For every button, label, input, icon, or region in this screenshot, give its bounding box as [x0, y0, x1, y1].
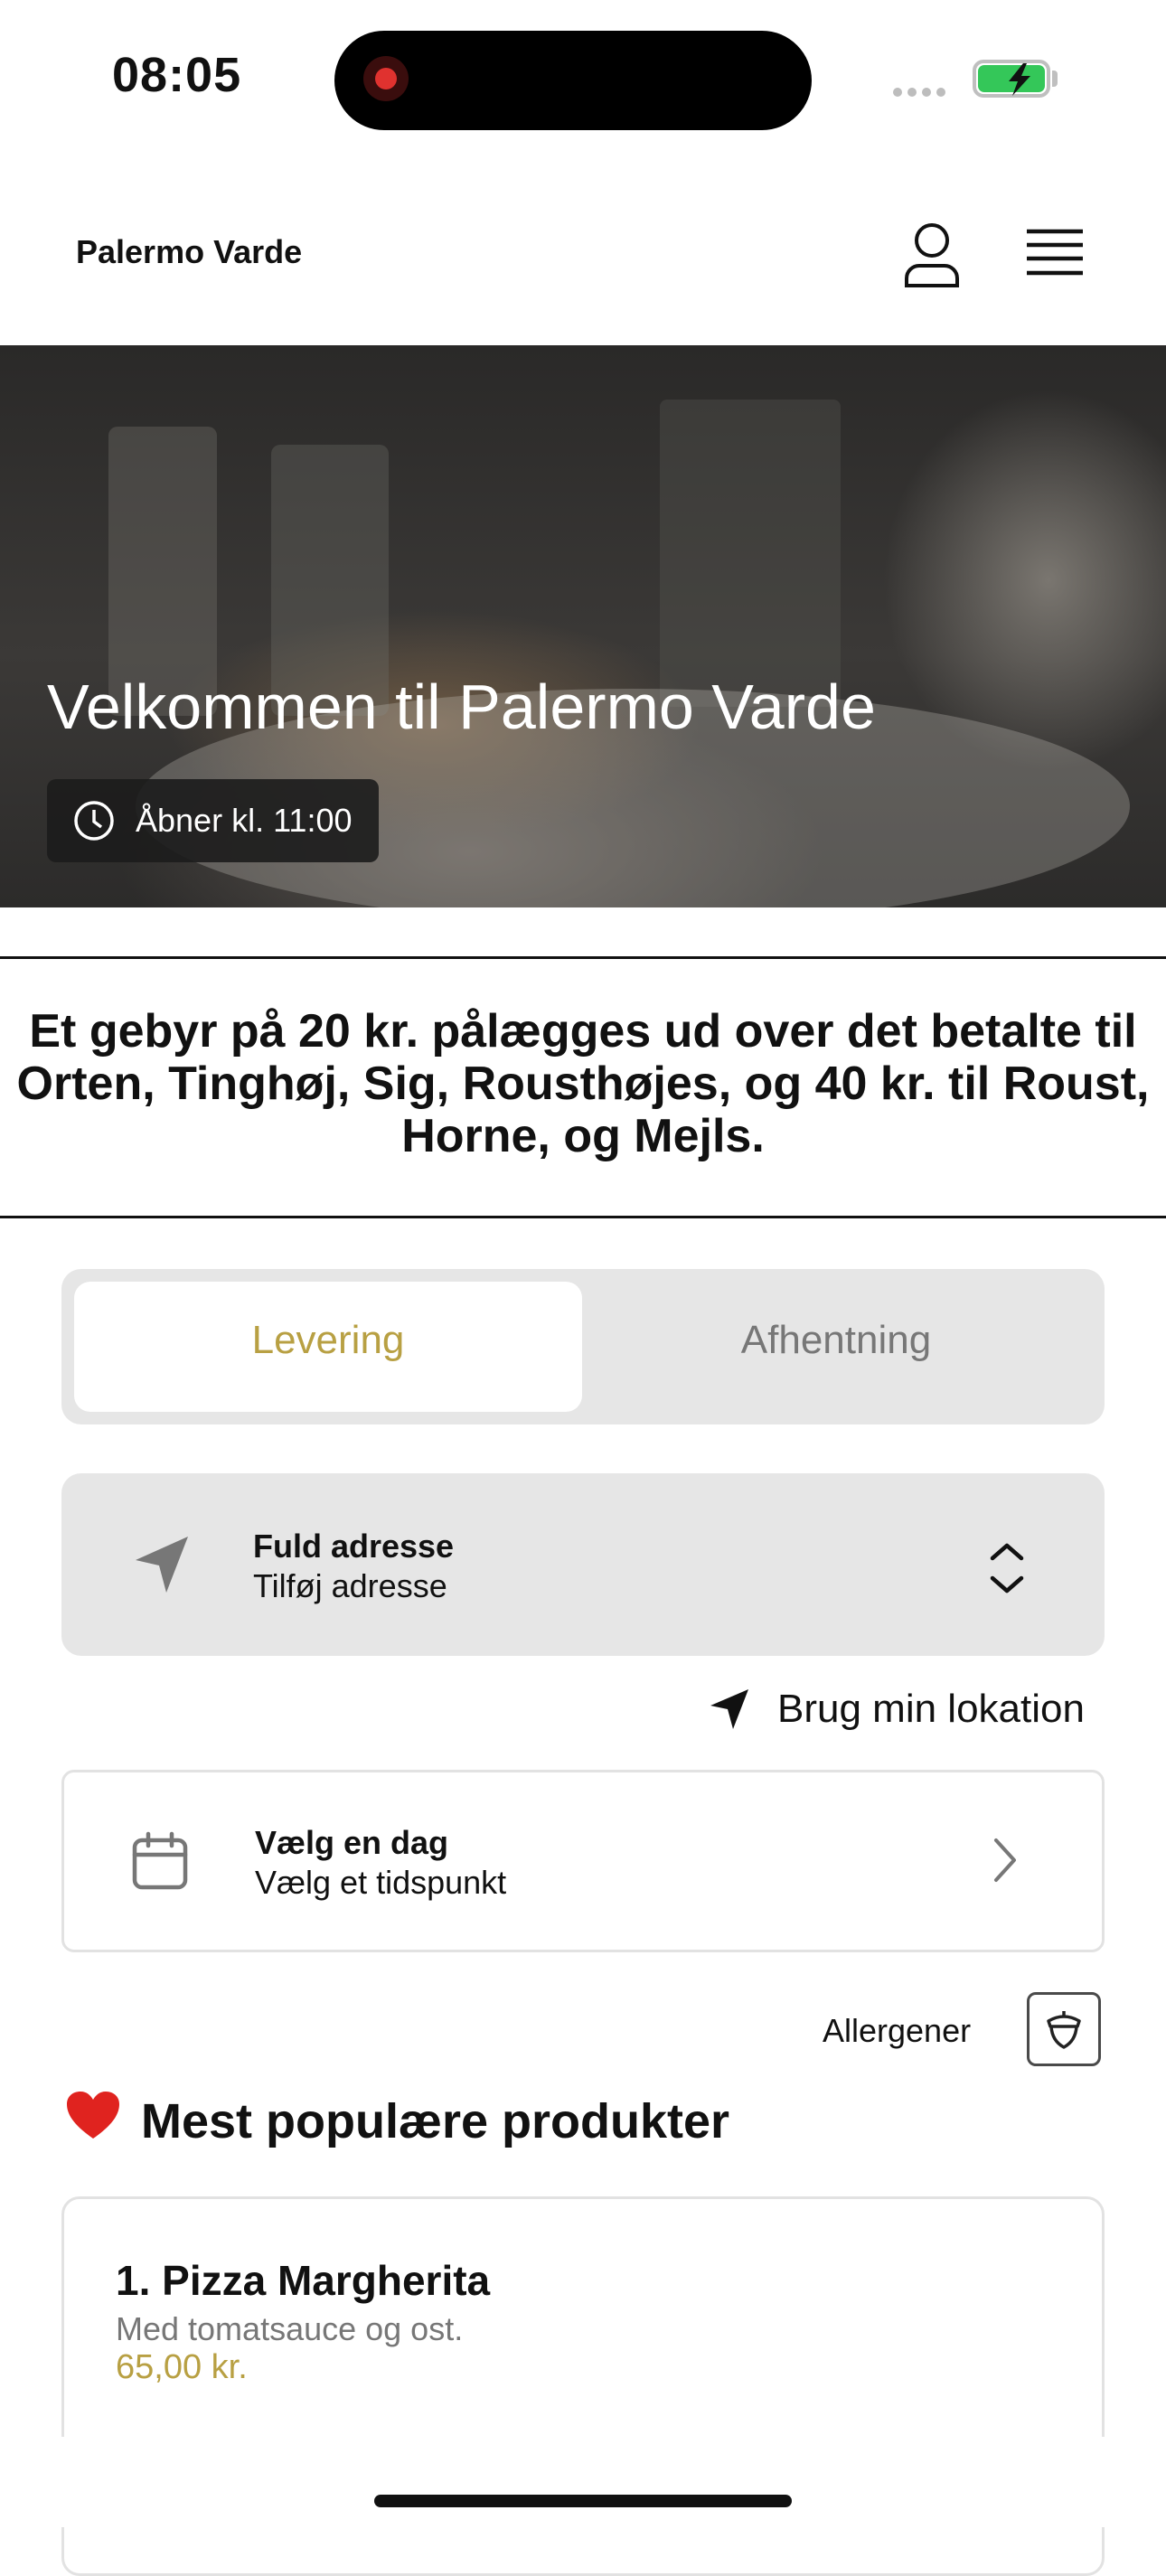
battery-cap: [1052, 71, 1058, 87]
chevron-right-icon: [989, 1835, 1021, 1890]
hero-title: Velkommen til Palermo Varde: [47, 672, 876, 742]
popular-products-title: Mest populære produkter: [141, 2093, 730, 2148]
address-placeholder: Tilføj adresse: [253, 1567, 447, 1604]
allergens-button[interactable]: [1027, 1992, 1101, 2066]
hero-glass-shape: [660, 400, 841, 707]
opening-hours-badge: Åbner kl. 11:00: [47, 779, 380, 862]
product-price: 65,00 kr.: [116, 2348, 248, 2386]
allergens-label: Allergener: [823, 2012, 972, 2049]
signal-dots-icon: [893, 85, 951, 101]
opening-hours-text: Åbner kl. 11:00: [136, 802, 353, 839]
divider: [0, 956, 1166, 959]
calendar-icon: [130, 1831, 190, 1895]
status-time: 08:05: [112, 48, 242, 102]
hero-banner: Velkommen til Palermo Varde Åbner kl. 11…: [0, 345, 1166, 907]
chevron-up-down-icon[interactable]: [985, 1537, 1029, 1604]
use-my-location-button[interactable]: Brug min lokation: [709, 1687, 1085, 1732]
bottom-area: [0, 2437, 1166, 2527]
home-indicator[interactable]: [374, 2495, 792, 2507]
user-icon[interactable]: [900, 221, 964, 294]
product-name: 1. Pizza Margherita: [116, 2257, 491, 2304]
heart-icon: [65, 2090, 121, 2152]
brand-name[interactable]: Palermo Varde: [76, 233, 302, 271]
address-title: Fuld adresse: [253, 1528, 455, 1565]
popular-products-heading: Mest populære produkter: [65, 2090, 729, 2152]
clock-icon: [74, 801, 114, 841]
location-arrow-icon: [132, 1533, 192, 1601]
tab-pickup[interactable]: Afhentning: [582, 1318, 1090, 1363]
screen-recording-icon: [363, 56, 409, 101]
hamburger-menu-icon[interactable]: [1025, 228, 1085, 283]
product-description: Med tomatsauce og ost.: [116, 2310, 464, 2347]
address-selector[interactable]: [61, 1473, 1105, 1656]
schedule-title: Vælg en dag: [255, 1824, 449, 1861]
schedule-subtitle: Vælg et tidspunkt: [255, 1864, 507, 1901]
schedule-selector[interactable]: [61, 1770, 1105, 1952]
acorn-icon: [1047, 2011, 1081, 2049]
divider: [0, 1216, 1166, 1218]
delivery-fee-notice: Et gebyr på 20 kr. pålægges ud over det …: [16, 1005, 1150, 1162]
charging-bolt-icon: [992, 60, 1047, 104]
use-my-location-label: Brug min lokation: [777, 1687, 1085, 1731]
tab-delivery[interactable]: Levering: [74, 1318, 582, 1363]
location-arrow-icon: [710, 1689, 748, 1729]
